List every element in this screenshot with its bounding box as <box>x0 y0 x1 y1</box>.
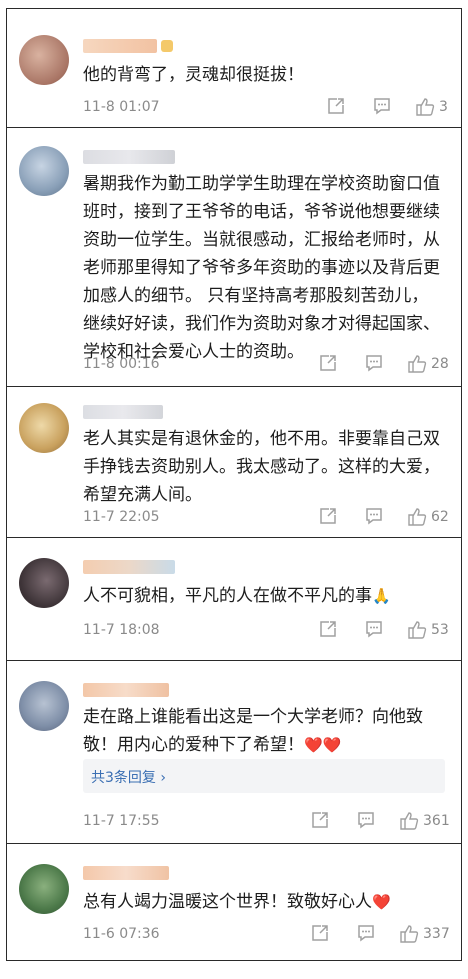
username-blurred[interactable] <box>83 405 163 419</box>
share-icon[interactable] <box>319 507 337 525</box>
replies-link[interactable]: 共3条回复 › <box>83 759 445 793</box>
comment-card: 人不可貌相，平凡的人在做不平凡的事🙏 11-7 18:08 53 <box>6 537 462 661</box>
comment-icon[interactable] <box>373 97 391 115</box>
like-button[interactable]: 53 <box>407 620 449 640</box>
like-count: 3 <box>439 99 448 115</box>
share-icon[interactable] <box>311 924 329 942</box>
comment-text: 他的背弯了，灵魂却很挺拔！ <box>83 65 304 85</box>
comment-time: 11-8 00:16 <box>83 356 160 372</box>
username-blurred[interactable] <box>83 39 173 53</box>
thumbs-up-icon <box>400 812 419 830</box>
comment-list: 他的背弯了，灵魂却很挺拔！ 11-8 01:07 3 暑期我作为勤工助学学生助理… <box>6 8 462 961</box>
like-count: 337 <box>423 926 450 942</box>
comment-icon[interactable] <box>365 507 383 525</box>
replies-link-label[interactable]: 共3条回复 › <box>91 767 166 787</box>
avatar[interactable] <box>19 864 69 914</box>
comment-icon[interactable] <box>357 924 375 942</box>
like-count: 361 <box>423 813 450 829</box>
comment-time: 11-7 18:08 <box>83 622 160 638</box>
share-icon[interactable] <box>311 811 329 829</box>
share-icon[interactable] <box>319 354 337 372</box>
username-blurred[interactable] <box>83 683 169 697</box>
avatar[interactable] <box>19 35 69 85</box>
thumbs-up-icon <box>400 925 419 943</box>
like-button[interactable]: 3 <box>415 97 448 117</box>
comment-time: 11-8 01:07 <box>83 99 160 115</box>
username-blurred[interactable] <box>83 560 175 574</box>
thumbs-up-icon <box>408 355 427 373</box>
comment-text: 暑期我作为勤工助学学生助理在学校资助窗口值班时，接到了王爷爷的电话，爷爷说他想要… <box>83 174 440 362</box>
comment-text-body: 人不可貌相，平凡的人在做不平凡的事 <box>83 586 372 606</box>
like-count: 28 <box>431 356 449 372</box>
comment-time: 11-7 17:55 <box>83 813 160 829</box>
praying-hands-emoji: 🙏 <box>372 587 391 605</box>
hearts-emoji: ❤️❤️ <box>304 736 342 754</box>
avatar[interactable] <box>19 146 69 196</box>
username-blurred[interactable] <box>83 866 169 880</box>
like-button[interactable]: 337 <box>399 924 450 944</box>
comment-footer: 11-6 07:36 337 <box>83 924 450 946</box>
avatar[interactable] <box>19 681 69 731</box>
comment-text-body: 总有人竭力温暖这个世界！致敬好心人 <box>83 892 372 912</box>
thumbs-up-icon <box>416 98 435 116</box>
like-button[interactable]: 361 <box>399 811 450 831</box>
avatar[interactable] <box>19 403 69 453</box>
thumbs-up-icon <box>408 621 427 639</box>
share-icon[interactable] <box>319 620 337 638</box>
avatar[interactable] <box>19 558 69 608</box>
like-button[interactable]: 62 <box>407 507 449 527</box>
comment-card: 他的背弯了，灵魂却很挺拔！ 11-8 01:07 3 <box>6 8 462 128</box>
like-count: 53 <box>431 622 449 638</box>
comment-icon[interactable] <box>357 811 375 829</box>
heart-emoji: ❤️ <box>372 893 391 911</box>
comment-card: 总有人竭力温暖这个世界！致敬好心人❤️ 11-6 07:36 337 <box>6 843 462 961</box>
comment-text: 总有人竭力温暖这个世界！致敬好心人❤️ <box>83 888 443 916</box>
comment-icon[interactable] <box>365 354 383 372</box>
comment-footer: 11-7 17:55 361 <box>83 811 450 833</box>
comment-time: 11-7 22:05 <box>83 509 160 525</box>
comment-card: 走在路上谁能看出这是一个大学老师？向他致敬！用内心的爱种下了希望！❤️❤️ 共3… <box>6 660 462 844</box>
comment-footer: 11-8 00:16 28 <box>83 354 449 376</box>
comment-text: 人不可貌相，平凡的人在做不平凡的事🙏 <box>83 582 443 610</box>
comment-footer: 11-7 18:08 53 <box>83 620 449 642</box>
comment-card: 暑期我作为勤工助学学生助理在学校资助窗口值班时，接到了王爷爷的电话，爷爷说他想要… <box>6 127 462 387</box>
comment-text-body: 走在路上谁能看出这是一个大学老师？向他致敬！用内心的爱种下了希望！ <box>83 707 423 755</box>
comment-card: 老人其实是有退休金的，他不用。非要靠自己双手挣钱去资助别人。我太感动了。这样的大… <box>6 386 462 538</box>
comment-text: 老人其实是有退休金的，他不用。非要靠自己双手挣钱去资助别人。我太感动了。这样的大… <box>83 429 440 505</box>
comment-text: 走在路上谁能看出这是一个大学老师？向他致敬！用内心的爱种下了希望！❤️❤️ <box>83 703 443 759</box>
comment-footer: 11-8 01:07 3 <box>83 97 448 119</box>
comment-footer: 11-7 22:05 62 <box>83 507 449 529</box>
share-icon[interactable] <box>327 97 345 115</box>
comment-time: 11-6 07:36 <box>83 926 160 942</box>
username-blurred[interactable] <box>83 150 175 164</box>
thumbs-up-icon <box>408 508 427 526</box>
comment-icon[interactable] <box>365 620 383 638</box>
like-button[interactable]: 28 <box>407 354 449 374</box>
like-count: 62 <box>431 509 449 525</box>
